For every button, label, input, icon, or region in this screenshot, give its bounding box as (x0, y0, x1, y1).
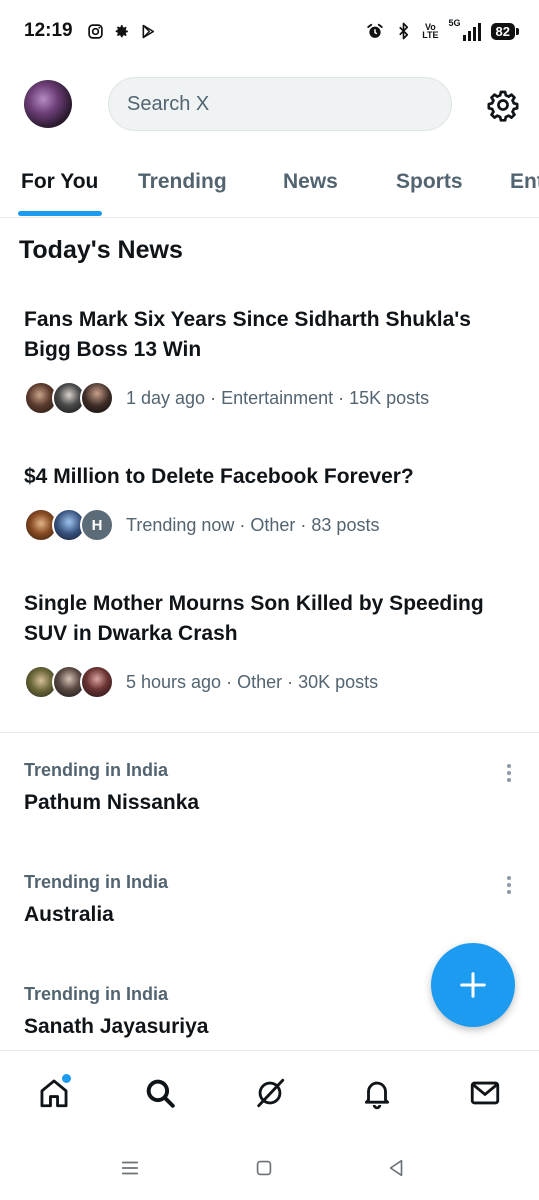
tab-trending[interactable]: Trending (138, 170, 227, 194)
news-headline: Single Mother Mourns Son Killed by Speed… (24, 592, 484, 645)
app-header: Search X (0, 76, 539, 132)
battery-indicator: 82 (490, 22, 520, 40)
trend-item[interactable]: Trending in India Pathum Nissanka (24, 760, 519, 815)
notification-dot (62, 1074, 71, 1083)
search-input[interactable]: Search X (108, 77, 452, 131)
search-icon[interactable] (140, 1073, 180, 1113)
volte-icon: Vo LTE (422, 22, 439, 40)
bluetooth-icon (394, 22, 412, 40)
section-divider (0, 732, 539, 733)
signal-5g-icon: 5G (449, 18, 481, 41)
system-navigation-bar (0, 1136, 539, 1200)
news-meta-text: 1 day ago · Entertainment · 15K posts (126, 387, 430, 408)
instagram-icon (87, 22, 105, 40)
home-icon[interactable] (34, 1073, 74, 1113)
trend-item[interactable]: Trending in India Australia (24, 872, 519, 927)
compose-post-button[interactable] (431, 943, 515, 1027)
settings-gear-icon[interactable] (486, 88, 520, 122)
trend-context: Trending in India (24, 872, 168, 892)
settings-icon (113, 22, 131, 40)
trend-name: Pathum Nissanka (24, 791, 200, 814)
active-tab-indicator (18, 211, 102, 216)
avatar: H (80, 508, 114, 542)
avatar (80, 665, 114, 699)
status-bar: 12:19 Vo LTE 5G 82 (0, 0, 539, 62)
news-avatars: H (24, 508, 120, 542)
tab-sports[interactable]: Sports (396, 170, 463, 194)
alarm-icon (366, 22, 384, 40)
tab-for-you[interactable]: For You (21, 170, 98, 194)
status-time: 12:19 (24, 20, 73, 41)
news-meta-text: Trending now · Other · 83 posts (126, 514, 380, 535)
notifications-icon[interactable] (357, 1073, 397, 1113)
plus-icon (460, 972, 486, 998)
news-item[interactable]: Single Mother Mourns Son Killed by Speed… (24, 589, 519, 699)
news-headline: Fans Mark Six Years Since Sidharth Shukl… (24, 308, 471, 361)
tab-entertainment[interactable]: Entertainment (510, 170, 539, 194)
tab-news[interactable]: News (283, 170, 338, 194)
tab-bar: For You Trending News Sports Entertainme… (0, 156, 539, 218)
grok-icon[interactable] (250, 1073, 290, 1113)
recent-apps-icon[interactable] (116, 1154, 144, 1182)
news-meta-text: 5 hours ago · Other · 30K posts (126, 671, 379, 692)
profile-avatar[interactable] (24, 80, 72, 128)
section-title: Today's News (19, 236, 183, 264)
trend-name: Sanath Jayasuriya (24, 1015, 209, 1038)
news-avatars (24, 381, 120, 415)
trend-context: Trending in India (24, 760, 168, 780)
back-icon[interactable] (382, 1154, 410, 1182)
messages-icon[interactable] (465, 1073, 505, 1113)
more-options-icon[interactable] (505, 876, 513, 898)
news-item[interactable]: $4 Million to Delete Facebook Forever? H… (24, 462, 519, 542)
news-avatars (24, 665, 120, 699)
news-headline: $4 Million to Delete Facebook Forever? (24, 465, 414, 488)
play-store-icon (139, 22, 157, 40)
trend-name: Australia (24, 903, 114, 926)
bottom-navigation (0, 1050, 539, 1136)
search-placeholder: Search X (127, 92, 210, 115)
news-item[interactable]: Fans Mark Six Years Since Sidharth Shukl… (24, 305, 519, 415)
avatar (80, 381, 114, 415)
home-button-icon[interactable] (250, 1154, 278, 1182)
more-options-icon[interactable] (505, 764, 513, 786)
